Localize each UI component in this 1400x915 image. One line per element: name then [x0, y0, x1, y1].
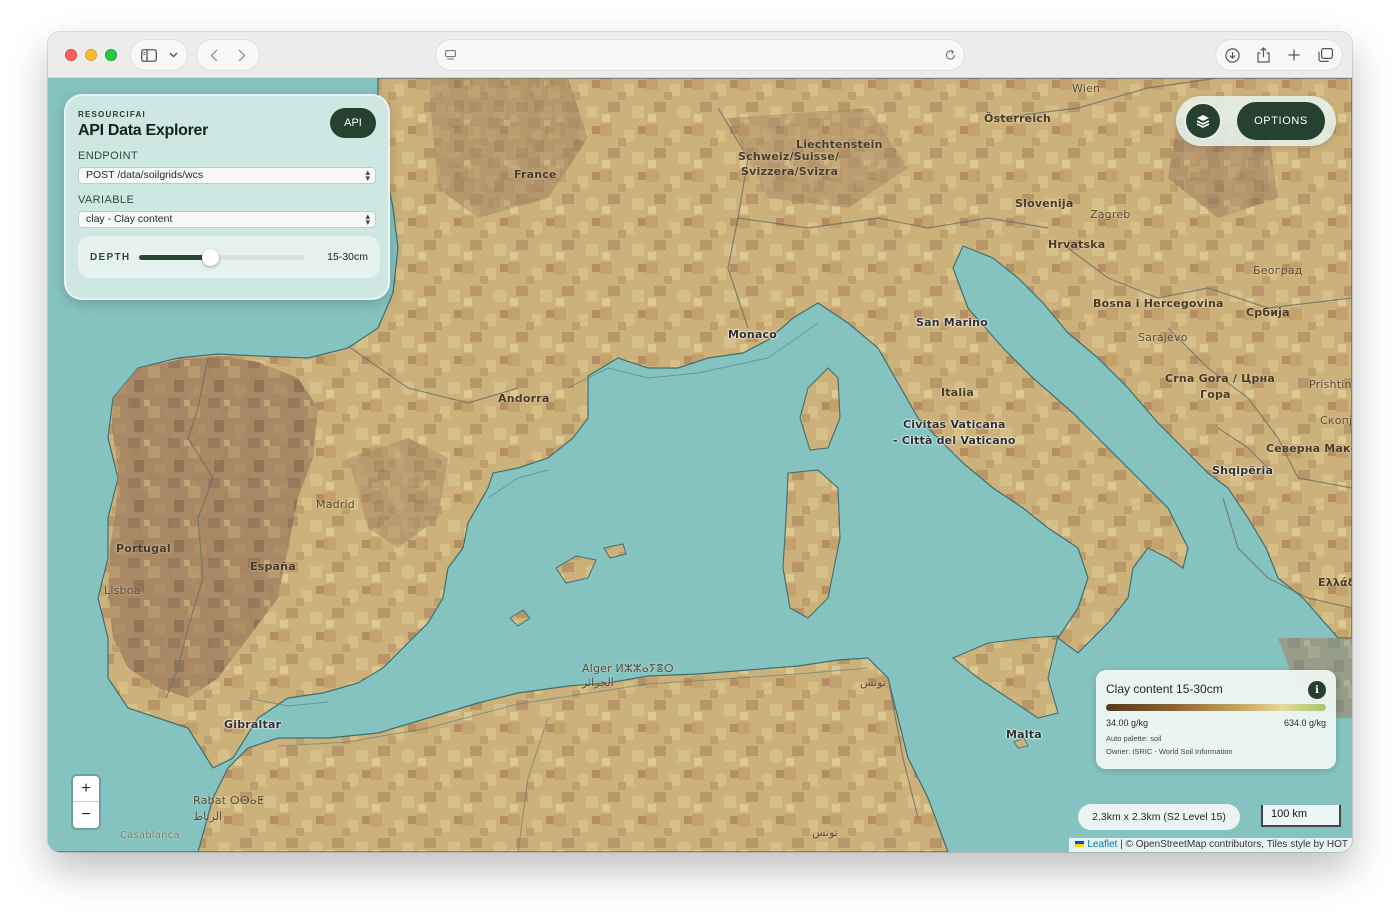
forward-icon[interactable]: [232, 40, 252, 70]
api-button[interactable]: API: [330, 108, 376, 138]
place-label: Portugal: [116, 542, 171, 555]
download-icon[interactable]: [1222, 40, 1242, 70]
map-attribution: Leaflet | © OpenStreetMap contributors, …: [1069, 838, 1352, 852]
map-legend: Clay content 15-30cm i 34.00 g/kg 634.0 …: [1096, 670, 1336, 769]
legend-color-ramp: [1106, 704, 1326, 711]
place-label: Malta: [1006, 728, 1042, 741]
scale-bar: 100 km: [1261, 805, 1341, 827]
place-label: تونس: [812, 826, 838, 839]
place-label: France: [514, 168, 557, 181]
place-label: Wien: [1072, 82, 1101, 95]
layers-button[interactable]: [1184, 102, 1222, 140]
place-label: Sarajevo: [1138, 331, 1188, 344]
zoom-in-button[interactable]: +: [73, 776, 99, 802]
place-label: Zagreb: [1090, 208, 1131, 221]
map-view[interactable]: Wien Österreich Liechtenstein Schweiz/Su…: [48, 78, 1352, 852]
place-label: Србија: [1246, 306, 1290, 319]
page-icon: [442, 40, 458, 70]
place-label: Casablanca: [120, 830, 180, 841]
place-label: Alger ⵍⵣⵣⴰⵢⴻⵔ: [582, 662, 674, 675]
place-label: Rabat ⵔⴱⴰⵟ: [193, 794, 265, 807]
place-label: Österreich: [984, 112, 1052, 125]
sidebar-icon[interactable]: [139, 40, 159, 70]
info-icon[interactable]: i: [1308, 681, 1326, 699]
place-label: Civitas Vaticana: [903, 418, 1006, 431]
place-label: Monaco: [728, 328, 778, 341]
browser-window: Wien Österreich Liechtenstein Schweiz/Su…: [48, 32, 1352, 852]
legend-owner: Owner: ISRIC - World Soil Information: [1106, 747, 1233, 756]
place-label: الجزائر: [582, 676, 614, 689]
zoom-out-button[interactable]: −: [73, 802, 99, 828]
layers-icon: [1196, 115, 1210, 128]
place-label: San Marino: [916, 316, 988, 329]
depth-label: DEPTH: [90, 252, 131, 263]
endpoint-value: POST /data/soilgrids/wcs: [86, 169, 204, 181]
depth-slider-thumb[interactable]: [202, 249, 220, 266]
minimize-window-button[interactable]: [85, 49, 97, 61]
place-label: Schweiz/Suisse/: [738, 150, 840, 163]
variable-value: clay - Clay content: [86, 213, 173, 225]
attribution-text: | © OpenStreetMap contributors, Tiles st…: [1117, 839, 1348, 850]
variable-label: VARIABLE: [78, 194, 135, 206]
browser-toolbar: [48, 32, 1352, 78]
place-label: Hrvatska: [1048, 238, 1106, 251]
place-label: Italia: [941, 386, 974, 399]
options-button[interactable]: OPTIONS: [1237, 102, 1325, 140]
ukraine-flag-icon: [1075, 841, 1085, 847]
legend-title: Clay content 15-30cm: [1106, 682, 1223, 696]
address-bar[interactable]: [436, 40, 964, 70]
place-label: Ελλάδα: [1318, 576, 1352, 589]
place-label: Crna Gora / Црна: [1165, 372, 1275, 385]
place-label: Београд: [1253, 264, 1303, 277]
reload-icon[interactable]: [942, 40, 958, 70]
chevron-down-icon[interactable]: [165, 40, 181, 70]
navigation-group: [197, 40, 259, 70]
place-label: Gibraltar: [224, 718, 282, 731]
legend-min: 34.00 g/kg: [1106, 718, 1149, 728]
maximize-window-button[interactable]: [105, 49, 117, 61]
place-label: Северна Македон: [1266, 442, 1352, 455]
place-label: - Città del Vaticano: [893, 434, 1016, 447]
updown-chevron-icon: ▴ ▾: [365, 167, 370, 183]
legend-palette: Auto palette: soil: [1106, 734, 1162, 743]
tab-overview-icon[interactable]: [1315, 40, 1335, 70]
endpoint-label: ENDPOINT: [78, 150, 139, 162]
depth-slider-fill: [139, 255, 211, 260]
leaflet-link-text: Leaflet: [1087, 839, 1118, 850]
legend-max: 634.0 g/kg: [1283, 718, 1326, 728]
resolution-badge: 2.3km x 2.3km (S2 Level 15): [1078, 804, 1240, 830]
place-label: Madrid: [316, 498, 355, 511]
place-label: تونس: [860, 676, 886, 689]
close-window-button[interactable]: [65, 49, 77, 61]
place-label: Bosna i Hercegovina: [1093, 297, 1224, 310]
place-label: Svizzera/Svizra: [741, 165, 839, 178]
place-label: الرباط: [193, 810, 223, 823]
place-label: Гора: [1200, 388, 1231, 401]
depth-control: DEPTH 15-30cm: [78, 236, 380, 278]
new-tab-icon[interactable]: [1284, 40, 1304, 70]
options-group: OPTIONS: [1176, 96, 1336, 146]
place-label: Andorra: [498, 392, 550, 405]
place-label: España: [250, 560, 296, 573]
depth-value: 15-30cm: [327, 251, 368, 263]
api-explorer-panel: RESOURCIFAI API Data Explorer API ENDPOI…: [64, 94, 390, 300]
share-icon[interactable]: [1253, 40, 1273, 70]
sidebar-toggle-group: [131, 40, 187, 70]
place-label: Slovenija: [1015, 197, 1074, 210]
legend-range: 34.00 g/kg 634.0 g/kg: [1106, 718, 1326, 728]
variable-select[interactable]: clay - Clay content ▴ ▾: [78, 211, 376, 228]
place-label: Lisboa: [104, 584, 141, 597]
back-icon[interactable]: [204, 40, 224, 70]
depth-slider[interactable]: [139, 249, 305, 266]
endpoint-select[interactable]: POST /data/soilgrids/wcs ▴ ▾: [78, 167, 376, 184]
updown-chevron-icon: ▴ ▾: [365, 211, 370, 227]
place-label: Скопје: [1320, 414, 1352, 427]
place-label: Shqipëria: [1212, 464, 1274, 477]
browser-actions-group: [1216, 40, 1342, 70]
leaflet-link[interactable]: Leaflet: [1075, 839, 1117, 850]
zoom-control: + −: [73, 776, 99, 828]
place-label: Prishtinë: [1309, 378, 1352, 391]
